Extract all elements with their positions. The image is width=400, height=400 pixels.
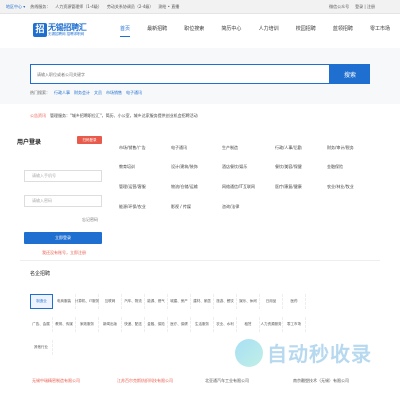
industry-tab[interactable]: 建材、家居 (191, 294, 214, 309)
watermark: 自动秒收录 (235, 338, 372, 367)
category-item[interactable]: 生产制造 (222, 145, 238, 151)
company-link[interactable]: 南京雕塑技术（无锡）有限公司 (293, 378, 349, 384)
category-item[interactable]: 能源/环保/农业 (119, 204, 146, 210)
login-submit-button[interactable]: 立即登录 (24, 232, 102, 244)
topbar-link[interactable]: 人力资源管理师（1-4级） (55, 4, 102, 10)
login-title: 用户登录 (17, 139, 42, 146)
industry-tab[interactable]: 人力资源服务 (260, 317, 283, 332)
hot-search-label: 热门搜索： (30, 90, 50, 95)
notice-tag: 公告资讯 (30, 112, 46, 118)
search-input[interactable] (31, 65, 329, 83)
industry-tab[interactable]: 互联网 (99, 294, 122, 309)
login-panel: 用户登录 扫码登录 请输入手机号 请输入密码 立即登录 我还没有账号，立即注册 (17, 130, 107, 260)
logo-icon[interactable]: 招 (33, 23, 47, 37)
nav-job-search[interactable]: 职位搜索 (184, 25, 204, 37)
industry-row: 其他行业 (30, 340, 53, 355)
search-box (30, 64, 330, 84)
industry-tab[interactable]: 医药 (283, 294, 306, 309)
category-item[interactable]: 财务/审计/税务 (327, 145, 354, 151)
category-item[interactable]: 餐饮/美容/保健 (275, 164, 302, 170)
forgot-password-link[interactable]: 忘记密码 (82, 217, 98, 223)
category-item[interactable]: 咨询/法律 (222, 204, 239, 210)
top-bar: 地区中心 ▾ 热线服务： 人力资源管理师（1-4级） 劳动关系协调员（2-4级）… (0, 0, 400, 14)
industry-tab[interactable]: 能源、燃气 (145, 294, 168, 309)
category-item[interactable]: 行政/人事/后勤 (275, 145, 302, 151)
category-item[interactable]: 金融保险 (327, 164, 343, 170)
register-link[interactable]: 我还没有账号，立即注册 (42, 250, 86, 256)
notice-text[interactable]: 管理服务："城乡招聘职位汇"，简历、小公室，城乡达家服务提供创业机会招聘活动 (50, 113, 198, 119)
category-item[interactable]: 酒店餐饮/娱乐 (222, 164, 247, 170)
industry-row: 制造业 电商服装 计算机、IT服务 互联网 汽车、物流 能源、燃气 城建、房产 … (30, 294, 306, 309)
notice-bar: 公告资讯 管理服务："城乡招聘职位汇"，简历、小公室，城乡达家服务提供创业机会招… (30, 111, 372, 120)
industry-tab[interactable]: 零工市场 (283, 317, 306, 332)
topbar-link[interactable]: 劳动关系协调员（2-4级） (107, 4, 154, 10)
hot-search-item[interactable]: 行政人事 (54, 90, 70, 96)
category-item[interactable]: 农业/林业/牧业 (327, 184, 354, 190)
industry-tab[interactable]: 生活服务 (191, 317, 214, 332)
hot-search-item[interactable]: 市场销售 (106, 90, 122, 96)
watermark-text: 自动秒收录 (267, 342, 372, 366)
industry-tab[interactable]: 汽车、物流 (122, 294, 145, 309)
category-item[interactable]: 网络通信/IT互联网 (222, 184, 255, 190)
industry-tab[interactable]: 租赁 (237, 317, 260, 332)
hot-search-item[interactable]: 电子通讯 (126, 90, 142, 96)
industry-tab[interactable]: 家政服务 (76, 317, 99, 332)
industry-tab[interactable]: 医疗、保健 (168, 317, 191, 332)
username-field[interactable]: 请输入手机号 (24, 170, 102, 182)
category-item[interactable]: 教育培训 (119, 164, 135, 170)
industry-tab[interactable]: 制造业 (30, 294, 53, 309)
login-register-link[interactable]: 登录 | 注册 (355, 4, 375, 10)
topbar-link: 热线服务： (30, 4, 51, 9)
category-item[interactable]: 物流/仓储/运输 (171, 184, 198, 190)
industry-tab[interactable]: 快递、配送 (122, 317, 145, 332)
industry-tab[interactable]: 娱乐、休闲 (237, 294, 260, 309)
industry-tab[interactable]: 金融、保险 (145, 317, 168, 332)
nav-hr-training[interactable]: 人力培训 (259, 25, 279, 37)
search-button[interactable]: 搜索 (330, 64, 370, 84)
wechat-link[interactable]: 微信公众号 (329, 4, 349, 10)
category-item[interactable]: 设计/建筑/装饰 (171, 164, 198, 170)
category-item[interactable]: 影视 / 传媒 (171, 204, 191, 210)
qr-login-button[interactable]: 扫码登录 (77, 136, 102, 144)
industry-row: 广告、会展 教育、传媒 家政服务 新闻出版 快递、配送 金融、保险 医疗、保健 … (30, 317, 306, 332)
password-field[interactable]: 请输入密码 (24, 195, 102, 207)
industry-tab[interactable]: 计算机、IT服务 (75, 294, 99, 309)
category-item[interactable]: 管理/运营/客服 (119, 184, 146, 190)
nav-gig-market[interactable]: 零工市场 (370, 25, 390, 37)
topbar-link[interactable]: 测绘 • 直播 (158, 4, 179, 10)
company-link[interactable]: 江苏百尔克斯纺织科技有限公司 (117, 378, 173, 384)
nav-resume-center[interactable]: 简历中心 (221, 25, 241, 37)
category-item[interactable]: 市场/销售/广告 (119, 145, 146, 151)
category-item[interactable]: 电子通讯 (171, 145, 187, 151)
industry-tab[interactable]: 日用品 (260, 294, 283, 309)
category-item[interactable]: 医疗/康复/健康 (275, 184, 302, 190)
nav-home[interactable]: 首页 (120, 25, 131, 37)
industry-tab[interactable]: 新闻出版 (99, 317, 122, 332)
site-logo-subtitle: 无锡招聘网 招聘求职网 (48, 32, 85, 36)
industry-tab[interactable]: 旅游、餐饮 (214, 294, 237, 309)
hot-search-item[interactable]: 文员 (94, 90, 102, 96)
watermark-logo-icon (235, 338, 263, 367)
industry-tab[interactable]: 广告、会展 (30, 317, 53, 332)
nav-campus-recruitment[interactable]: 校园招聘 (296, 25, 316, 37)
main-nav: 首页 最新招聘 职位搜索 简历中心 人力培训 校园招聘 蓝领招聘 零工市场 (120, 25, 390, 37)
company-link[interactable]: 北亚通汽车工业有限公司 (205, 378, 249, 384)
divider (20, 260, 380, 261)
industry-tab[interactable]: 农业、水利 (214, 317, 237, 332)
company-link[interactable]: 无锡中瑞精密制造有限公司 (32, 378, 80, 384)
nav-latest-jobs[interactable]: 最新招聘 (147, 25, 167, 37)
industry-tab[interactable]: 其他行业 (30, 340, 53, 355)
location-selector[interactable]: 地区中心 ▾ (6, 4, 25, 10)
industry-tab[interactable]: 城建、房产 (168, 294, 191, 309)
industry-tab[interactable]: 电商服装 (53, 294, 76, 309)
hot-search-item[interactable]: 财务会计 (74, 90, 90, 96)
famous-companies-title: 名企招聘 (30, 271, 51, 277)
industry-tab[interactable]: 教育、传媒 (53, 317, 76, 332)
nav-blue-collar[interactable]: 蓝领招聘 (333, 25, 353, 37)
hot-searches: 热门搜索： 行政人事 财务会计 文员 市场销售 电子通讯 (30, 90, 142, 96)
